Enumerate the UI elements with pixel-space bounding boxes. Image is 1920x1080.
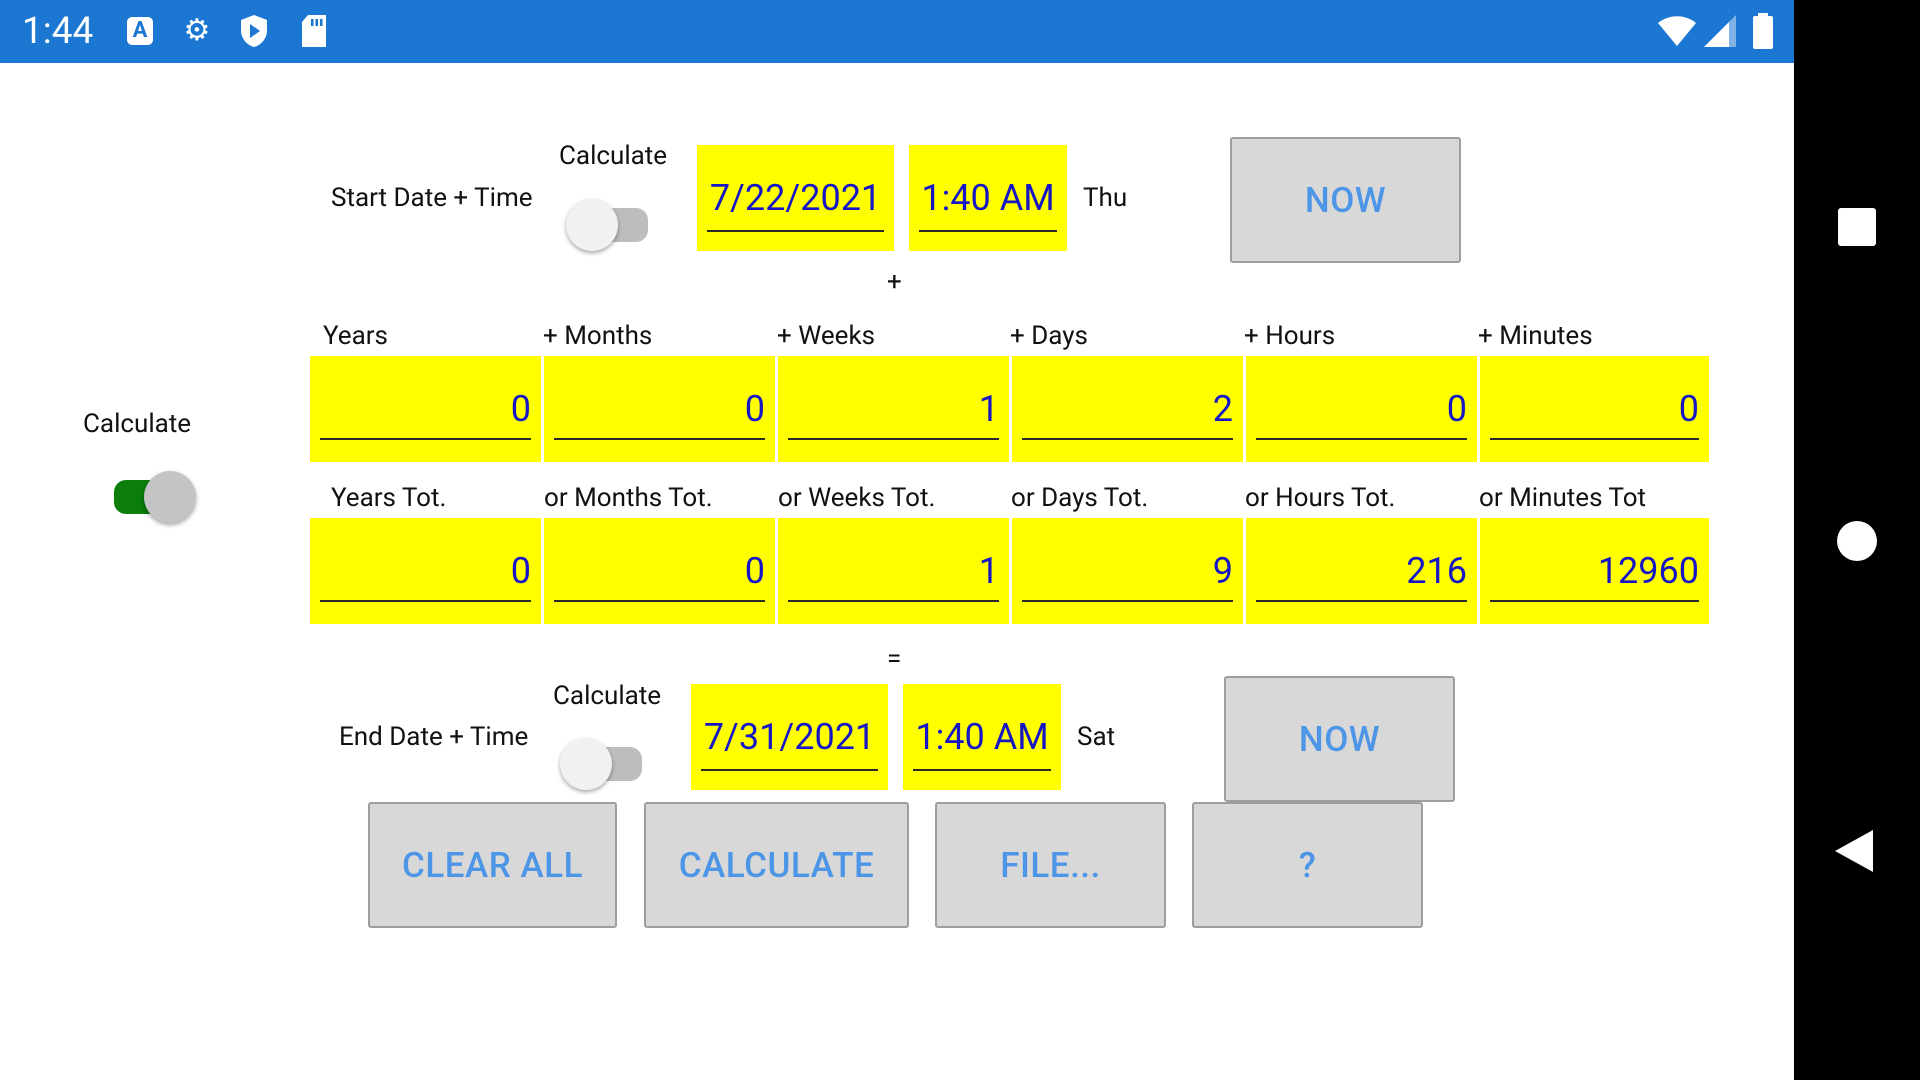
status-bar	[0, 0, 1794, 63]
field-underline	[919, 230, 1057, 232]
field-underline	[788, 600, 999, 602]
header-weeks-total: or Weeks Tot.	[778, 483, 936, 513]
start-time-field[interactable]: 1:40 AM	[909, 145, 1067, 251]
minutes-total-field[interactable]: 12960	[1480, 518, 1709, 624]
field-underline	[1256, 600, 1467, 602]
field-underline	[320, 600, 531, 602]
end-calculate-label: Calculate	[553, 681, 662, 711]
header-weeks: + Weeks	[777, 321, 876, 351]
days-field[interactable]: 2	[1012, 356, 1243, 462]
toggle-thumb	[560, 738, 612, 790]
duration-calculate-toggle[interactable]	[112, 469, 200, 527]
start-weekday: Thu	[1083, 183, 1128, 213]
field-underline	[1022, 438, 1233, 440]
field-underline	[1256, 438, 1467, 440]
end-time-field[interactable]: 1:40 AM	[903, 684, 1061, 790]
days-total-value: 9	[1212, 550, 1233, 592]
years-field[interactable]: 0	[310, 356, 541, 462]
months-field[interactable]: 0	[544, 356, 775, 462]
minutes-total-value: 12960	[1597, 550, 1699, 592]
header-hours: + Hours	[1244, 321, 1336, 351]
file-button[interactable]: FILE...	[935, 802, 1166, 928]
toggle-thumb	[566, 199, 618, 251]
years-total-field[interactable]: 0	[310, 518, 541, 624]
minutes-field[interactable]: 0	[1480, 356, 1709, 462]
end-date-field[interactable]: 7/31/2021	[691, 684, 888, 790]
months-value: 0	[744, 388, 765, 430]
field-underline	[1490, 438, 1699, 440]
signal-icon	[1703, 14, 1737, 48]
start-calculate-label: Calculate	[559, 141, 668, 171]
end-calculate-toggle[interactable]	[560, 737, 644, 795]
start-now-button[interactable]: NOW	[1230, 137, 1461, 263]
shield-play-icon	[240, 14, 268, 48]
start-date-value: 7/22/2021	[709, 177, 882, 219]
header-minutes: + Minutes	[1478, 321, 1593, 351]
text-a-icon: A	[127, 17, 153, 45]
field-underline	[701, 769, 878, 771]
wifi-icon	[1657, 14, 1697, 48]
home-icon[interactable]	[1837, 521, 1877, 561]
header-hours-total: or Hours Tot.	[1245, 483, 1396, 513]
hours-field[interactable]: 0	[1246, 356, 1477, 462]
header-days: + Days	[1010, 321, 1088, 351]
weeks-total-value: 1	[978, 550, 999, 592]
field-underline	[320, 438, 531, 440]
end-date-value: 7/31/2021	[703, 716, 876, 758]
field-underline	[1490, 600, 1699, 602]
status-clock: 1:44	[22, 10, 94, 53]
months-total-field[interactable]: 0	[544, 518, 775, 624]
clear-all-button[interactable]: CLEAR ALL	[368, 802, 617, 928]
weeks-field[interactable]: 1	[778, 356, 1009, 462]
start-calculate-toggle[interactable]	[566, 198, 650, 256]
recents-icon[interactable]	[1838, 208, 1876, 246]
days-value: 2	[1212, 388, 1233, 430]
end-now-button[interactable]: NOW	[1224, 676, 1455, 802]
years-value: 0	[510, 388, 531, 430]
hours-total-value: 216	[1406, 550, 1467, 592]
sd-card-icon	[300, 14, 328, 48]
field-underline	[1022, 600, 1233, 602]
header-years-total: Years Tot.	[331, 483, 447, 513]
duration-calculate-label: Calculate	[83, 409, 192, 439]
header-days-total: or Days Tot.	[1011, 483, 1149, 513]
weeks-value: 1	[978, 388, 999, 430]
gear-icon: ⚙	[183, 13, 211, 48]
end-label: End Date + Time	[339, 722, 529, 752]
years-total-value: 0	[510, 550, 531, 592]
equals-sign: =	[887, 644, 902, 674]
header-months: + Months	[543, 321, 653, 351]
start-time-value: 1:40 AM	[921, 177, 1055, 219]
field-underline	[554, 600, 765, 602]
header-years: Years	[323, 321, 388, 351]
back-icon[interactable]	[1835, 830, 1873, 872]
field-underline	[707, 230, 884, 232]
weeks-total-field[interactable]: 1	[778, 518, 1009, 624]
toggle-thumb	[144, 471, 196, 523]
hours-value: 0	[1446, 388, 1467, 430]
months-total-value: 0	[744, 550, 765, 592]
start-label: Start Date + Time	[331, 183, 533, 213]
hours-total-field[interactable]: 216	[1246, 518, 1477, 624]
end-time-value: 1:40 AM	[915, 716, 1049, 758]
help-button[interactable]: ?	[1192, 802, 1423, 928]
battery-icon	[1752, 13, 1774, 49]
days-total-field[interactable]: 9	[1012, 518, 1243, 624]
minutes-value: 0	[1678, 388, 1699, 430]
field-underline	[913, 769, 1051, 771]
calculate-button[interactable]: CALCULATE	[644, 802, 909, 928]
field-underline	[788, 438, 999, 440]
plus-sign: +	[887, 267, 902, 297]
header-minutes-total: or Minutes Tot	[1479, 483, 1647, 513]
header-months-total: or Months Tot.	[544, 483, 713, 513]
start-date-field[interactable]: 7/22/2021	[697, 145, 894, 251]
end-weekday: Sat	[1077, 722, 1116, 752]
field-underline	[554, 438, 765, 440]
